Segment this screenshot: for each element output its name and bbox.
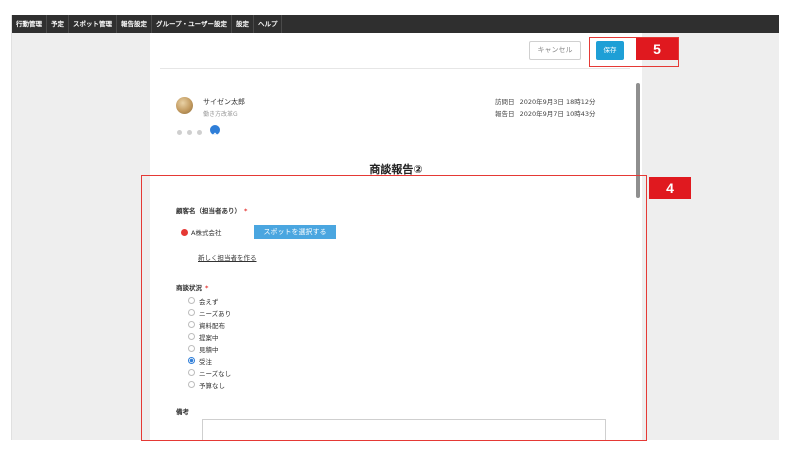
callout-5: 5 <box>636 38 678 60</box>
header-divider <box>160 68 630 69</box>
chevron-up-icon[interactable] <box>210 125 220 139</box>
highlight-box-form <box>141 175 647 441</box>
nav-item-activity[interactable]: 行動管理 <box>12 15 47 33</box>
report-date-line: 報告日 2020年9月7日 10時43分 <box>495 108 596 118</box>
dot-icon <box>197 130 202 135</box>
author-name: サイゼン太郎 <box>203 98 245 106</box>
callout-4: 4 <box>649 177 691 199</box>
nav-item-schedule[interactable]: 予定 <box>47 15 69 33</box>
nav-item-settings[interactable]: 設定 <box>232 15 254 33</box>
report-date-label: 報告日 <box>495 110 515 118</box>
avatar <box>176 97 193 114</box>
report-date-value: 2020年9月7日 10時43分 <box>519 110 596 118</box>
author-department: 働き方改革G <box>203 111 238 118</box>
top-navigation: 行動管理 予定 スポット管理 報告設定 グループ・ユーザー設定 設定 ヘルプ <box>12 15 779 33</box>
nav-item-group-user-settings[interactable]: グループ・ユーザー設定 <box>152 15 232 33</box>
screenshot-stage: 行動管理 予定 スポット管理 報告設定 グループ・ユーザー設定 設定 ヘルプ キ… <box>0 0 791 452</box>
nav-item-report-settings[interactable]: 報告設定 <box>117 15 152 33</box>
nav-item-spot-management[interactable]: スポット管理 <box>69 15 117 33</box>
cancel-button[interactable]: キャンセル <box>529 41 581 60</box>
visit-date-value: 2020年9月3日 18時12分 <box>519 98 596 106</box>
nav-item-help[interactable]: ヘルプ <box>254 15 283 33</box>
dot-icon <box>187 130 192 135</box>
dot-icon <box>177 130 182 135</box>
visit-date-label: 訪問日 <box>495 98 515 106</box>
visit-date-line: 訪問日 2020年9月3日 18時12分 <box>495 96 596 106</box>
